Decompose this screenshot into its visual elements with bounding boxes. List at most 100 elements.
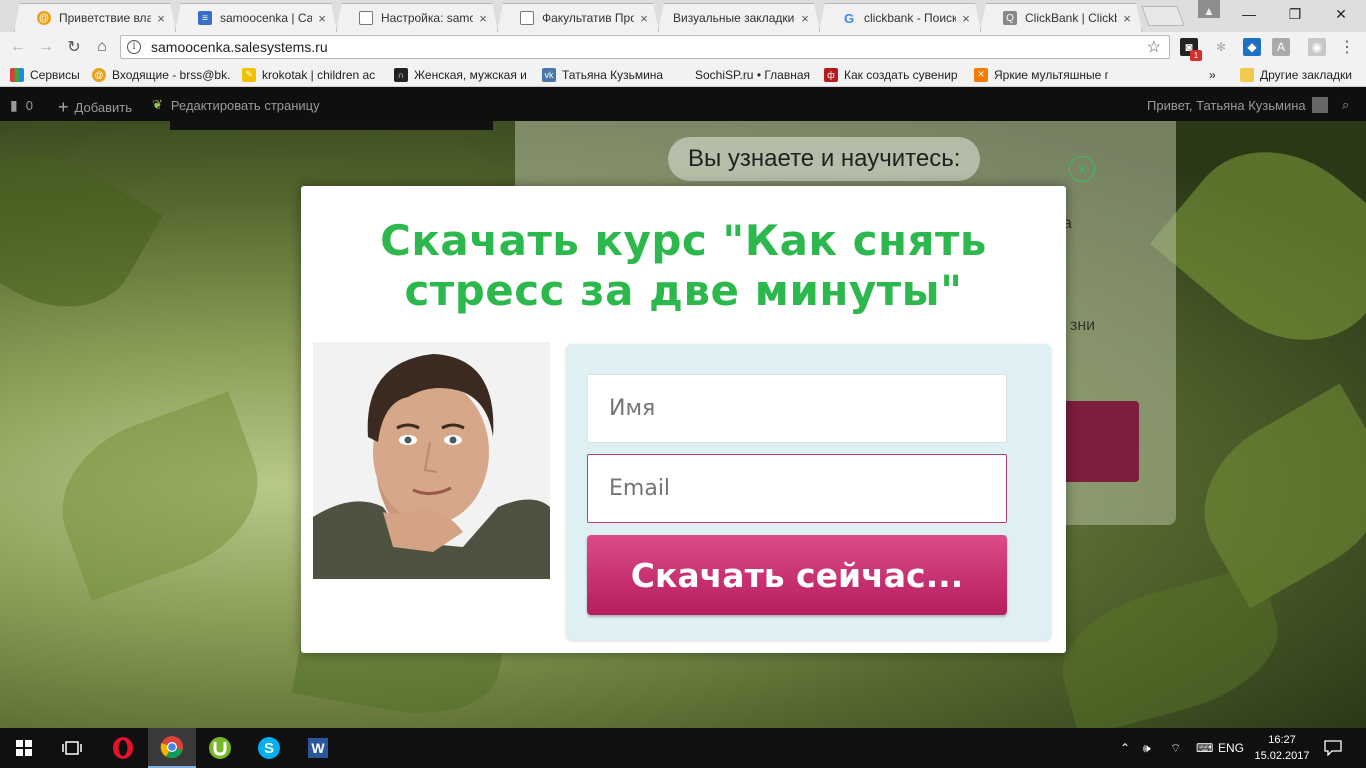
network-icon[interactable]: ⌔ (1170, 728, 1181, 768)
taskbar-chrome[interactable] (148, 728, 196, 768)
utorrent-icon (209, 737, 231, 759)
url-text: samoocenka.salesystems.ru (151, 39, 328, 55)
close-tab-icon[interactable]: × (799, 11, 811, 26)
shield-extension-icon[interactable]: ◆ (1243, 38, 1261, 56)
back-icon[interactable]: ← (8, 37, 28, 57)
keyboard-icon[interactable]: ⌨ (1196, 728, 1213, 768)
bookmark-womens[interactable]: ∩ Женская, мужская и (394, 66, 530, 83)
crayon-icon: ✎ (242, 67, 256, 82)
volume-icon[interactable]: 🕪 (1143, 728, 1151, 768)
tab-0[interactable]: @ Приветствие влад × (14, 3, 176, 32)
search-icon[interactable]: ⌕ (1342, 97, 1349, 113)
tab-title: clickbank - Поиск (864, 11, 956, 25)
extension-gray-icon[interactable]: ◉ (1308, 38, 1326, 56)
svg-text:S: S (264, 740, 274, 757)
tab-6[interactable]: Q ClickBank | Clickba × (980, 3, 1142, 32)
bookmark-cartoons[interactable]: ✕ Яркие мультяшные п (974, 66, 1108, 83)
add-label: Добавить (74, 100, 132, 115)
add-new-item[interactable]: + Добавить (58, 97, 132, 118)
start-button[interactable] (0, 728, 48, 768)
taskbar-utorrent[interactable] (196, 728, 244, 768)
close-tab-icon[interactable]: × (316, 11, 328, 26)
bookmarks-overflow-button[interactable]: » (1209, 66, 1216, 83)
tab-title: Приветствие влад (59, 11, 151, 25)
name-field[interactable] (587, 374, 1007, 443)
email-field[interactable] (587, 454, 1007, 523)
folder-icon (1240, 67, 1254, 82)
bookmark-inbox[interactable]: @ Входящие - brss@bk. (92, 66, 230, 83)
edit-leaf-icon: ❦ (152, 97, 163, 112)
download-now-button[interactable]: Скачать сейчас... (587, 535, 1007, 615)
profile-icon[interactable]: ▲ (1198, 0, 1220, 18)
popup-close-button[interactable]: X (1069, 156, 1095, 182)
bookmark-vk[interactable]: vk Татьяна Кузьмина (542, 66, 663, 83)
search-page-icon: Q (1003, 11, 1017, 25)
leaf-decoration (1175, 383, 1366, 609)
greeting-label: Привет, Татьяна Кузьмина (1147, 97, 1306, 113)
word-icon: W (308, 738, 328, 758)
svg-text:W: W (311, 740, 325, 756)
bookmark-souvenir[interactable]: ф Как создать сувенир (824, 66, 960, 83)
cf-icon: ф (824, 67, 838, 82)
close-tab-icon[interactable]: × (960, 11, 972, 26)
reload-icon[interactable]: ↻ (64, 37, 84, 57)
edit-label: Редактировать страницу (170, 97, 320, 113)
bookmark-apps[interactable]: Сервисы (10, 66, 80, 83)
show-hidden-icons-button[interactable]: ⌃ (1120, 728, 1130, 768)
close-tab-icon[interactable]: × (477, 11, 489, 26)
taskbar-opera[interactable] (99, 728, 147, 768)
close-tab-icon[interactable]: × (1121, 11, 1133, 26)
edit-page-item[interactable]: ❦ Редактировать страницу (152, 97, 320, 113)
clock[interactable]: 16:27 15.02.2017 (1254, 732, 1310, 764)
tab-2[interactable]: Настройка: samoo × (336, 3, 498, 32)
bookmark-label: Женская, мужская и (414, 67, 527, 82)
chrome-icon (160, 736, 183, 759)
star-icon[interactable]: ☆ (1147, 37, 1161, 57)
minimize-button[interactable]: — (1226, 0, 1272, 28)
tab-title: Факультатив Прод (542, 11, 634, 25)
tab-4[interactable]: Визуальные закладки × (658, 3, 820, 32)
address-bar[interactable]: i samoocenka.salesystems.ru ☆ (120, 35, 1170, 59)
page-blue-icon: ≡ (198, 11, 212, 25)
info-icon[interactable]: i (127, 40, 141, 54)
tab-title: samoocenka | Сайт (220, 11, 312, 25)
taskbar-word[interactable]: W (294, 728, 342, 768)
tab-1[interactable]: ≡ samoocenka | Сайт × (175, 3, 337, 32)
forward-icon[interactable]: → (36, 37, 56, 57)
skype-icon: S (258, 737, 280, 759)
taskbar: S W ⌃ 🕪 ⌔ ⌨ ENG 16:27 15.02.2017 (0, 728, 1366, 768)
bg-top-strip (170, 121, 493, 130)
restore-button[interactable]: ❐ (1272, 0, 1318, 28)
bookmark-label: Татьяна Кузьмина (562, 67, 664, 82)
language-indicator[interactable]: ENG (1218, 728, 1244, 768)
bg-section-heading: Вы узнаете и научитесь: (668, 137, 981, 181)
tab-3[interactable]: Факультатив Прод × (497, 3, 659, 32)
snowflake-icon[interactable]: ✻ (1212, 38, 1230, 56)
menu-icon[interactable]: ⋮ (1338, 38, 1356, 56)
bookmark-extension-icon[interactable]: A (1272, 38, 1290, 56)
task-view-button[interactable] (48, 728, 96, 768)
leaf-decoration (0, 125, 163, 337)
account-item[interactable]: Привет, Татьяна Кузьмина (1147, 97, 1328, 113)
home-icon[interactable]: ⌂ (92, 37, 112, 57)
tab-5[interactable]: G clickbank - Поиск × (819, 3, 981, 32)
bookmark-label: SochiSP.ru • Главная (695, 67, 811, 82)
tab-title: Визуальные закладки (673, 11, 795, 25)
clock-time: 16:27 (1268, 734, 1296, 746)
tab-strip: @ Приветствие влад × ≡ samoocenka | Сайт… (0, 0, 1366, 32)
doc-icon (359, 11, 373, 25)
other-bookmarks[interactable]: Другие закладки (1240, 66, 1352, 83)
new-tab-button[interactable] (1141, 6, 1185, 26)
bookmark-krokotak[interactable]: ✎ krokotak | children ac (242, 66, 380, 83)
comments-item[interactable]: ▮ 0 (10, 97, 33, 114)
bookmark-label: Другие закладки (1260, 67, 1352, 82)
task-view-icon (62, 741, 82, 755)
close-tab-icon[interactable]: × (155, 11, 167, 26)
notifications-icon[interactable] (1324, 728, 1342, 768)
bookmark-sochisp[interactable]: SochiSP.ru • Главная (675, 66, 813, 83)
plus-icon: + (58, 97, 69, 117)
close-window-button[interactable]: ✕ (1318, 0, 1364, 28)
taskbar-skype[interactable]: S (245, 728, 293, 768)
opera-icon (113, 737, 133, 759)
close-tab-icon[interactable]: × (638, 11, 650, 26)
